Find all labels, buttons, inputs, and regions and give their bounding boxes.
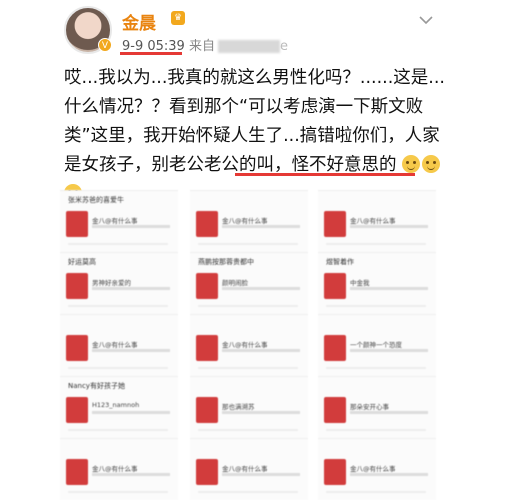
comment-card-thumbnail bbox=[66, 273, 88, 299]
comment-card: 金八@有什么事 bbox=[318, 190, 436, 252]
comment-card: 煜智着作中金我 bbox=[318, 252, 436, 314]
verified-badge-icon: V bbox=[98, 38, 112, 52]
comment-card-name: Nancy有好孩子她 bbox=[68, 382, 125, 390]
comment-card-name: 好运莫高 bbox=[68, 258, 96, 266]
comment-card-thumbnail bbox=[66, 211, 88, 237]
comment-card: 燕鹏按那蓉贵都中颜明闹脸 bbox=[190, 252, 308, 314]
comment-card-thumbnail bbox=[324, 273, 346, 299]
username[interactable]: 金晨 bbox=[122, 9, 156, 34]
comment-card-footer bbox=[198, 305, 298, 307]
comment-card-thumbnail bbox=[66, 335, 88, 361]
comment-card: 一个颜神一个恐度 bbox=[318, 314, 436, 376]
post-text: 哎...我以为...我真的就这么男性化吗？......这是...什么情况？？看到… bbox=[64, 68, 445, 175]
comment-card-title: 金八@有什么事 bbox=[350, 465, 396, 473]
comment-card-text-line bbox=[92, 349, 170, 352]
comment-card-title: 金八@有什么事 bbox=[92, 341, 138, 349]
comment-card-thumbnail bbox=[66, 459, 88, 485]
comment-card-text-line bbox=[92, 225, 170, 228]
comment-card-title: 金八@有什么事 bbox=[222, 217, 268, 225]
comment-card-footer bbox=[198, 429, 298, 431]
comment-card-footer bbox=[326, 305, 426, 307]
comment-card-footer bbox=[326, 491, 426, 493]
comment-card-footer bbox=[326, 429, 426, 431]
post-header: V 金晨 ♛ 9-9 05:39 来自 e bbox=[0, 0, 505, 60]
comment-card-text-line bbox=[222, 287, 300, 290]
comment-card-text-line bbox=[350, 287, 428, 290]
comment-card-title: 颜明闹脸 bbox=[222, 279, 248, 287]
comment-card-title: 金八@有什么事 bbox=[350, 217, 396, 225]
text-highlight-underline bbox=[235, 173, 415, 176]
comment-card-text-line bbox=[92, 473, 170, 476]
time-highlight-underline bbox=[120, 52, 182, 55]
comment-card-thumbnail bbox=[324, 459, 346, 485]
comment-card-title: 金八@有什么事 bbox=[92, 465, 138, 473]
comment-card-thumbnail bbox=[196, 211, 218, 237]
comment-card-title: H123_namnoh bbox=[92, 401, 140, 409]
comment-card: 张米苏爸的喜爱牛金八@有什么事 bbox=[60, 190, 178, 252]
comment-card-title: 那朵安开心事 bbox=[350, 403, 389, 411]
comment-card: 金八@有什么事 bbox=[190, 438, 308, 500]
comment-screenshot-grid: 张米苏爸的喜爱牛 金八@有什么事 金八@有什么事 金八@有什么事 好运莫高 男神好亲爱的燕… bbox=[60, 190, 455, 500]
comment-card-title: 金八@有什么事 bbox=[222, 465, 268, 473]
comment-card: 金八@有什么事 bbox=[190, 190, 308, 252]
comment-card-footer bbox=[68, 491, 168, 493]
comment-card: 金八@有什么事 bbox=[190, 314, 308, 376]
comment-card-footer bbox=[198, 491, 298, 493]
comment-card-title: 金八@有什么事 bbox=[92, 217, 138, 225]
comment-card: 金八@有什么事 bbox=[60, 438, 178, 500]
comment-card-text-line bbox=[350, 473, 428, 476]
comment-card-text-line bbox=[222, 473, 300, 476]
comment-card-title: 金八@有什么事 bbox=[222, 341, 268, 349]
comment-card-text-line bbox=[350, 349, 428, 352]
comment-card-thumbnail bbox=[196, 459, 218, 485]
comment-card-text-line bbox=[222, 225, 300, 228]
comment-card: Nancy有好孩子她 H123_namnoh bbox=[60, 376, 178, 438]
comment-card-text-line bbox=[222, 411, 300, 414]
comment-card-name: 煜智着作 bbox=[326, 258, 354, 266]
blurred-source bbox=[218, 40, 280, 53]
comment-card: 金八@有什么事 bbox=[60, 314, 178, 376]
comment-card-text-line bbox=[92, 411, 170, 414]
comment-card-thumbnail bbox=[324, 397, 346, 423]
comment-card-footer bbox=[326, 367, 426, 369]
comment-card: 好运莫高男神好亲爱的 bbox=[60, 252, 178, 314]
comment-card-thumbnail bbox=[66, 397, 88, 423]
comment-card-text-line bbox=[222, 349, 300, 352]
comment-card-thumbnail bbox=[196, 397, 218, 423]
comment-card-thumbnail bbox=[324, 335, 346, 361]
smile-emoji-icon bbox=[402, 155, 421, 173]
chevron-down-icon[interactable] bbox=[418, 12, 434, 28]
comment-card: 那朵安开心事 bbox=[318, 376, 436, 438]
comment-card-footer bbox=[68, 367, 168, 369]
vip-crown-icon: ♛ bbox=[171, 11, 185, 25]
comment-card-footer bbox=[68, 429, 168, 431]
comment-card-footer bbox=[198, 243, 298, 245]
post-source-suffix: e bbox=[280, 39, 288, 54]
comment-card-title: 一个颜神一个恐度 bbox=[350, 341, 402, 349]
comment-card-name: 张米苏爸的喜爱牛 bbox=[68, 196, 124, 204]
comment-card-footer bbox=[68, 243, 168, 245]
comment-card-title: 中金我 bbox=[350, 279, 370, 287]
comment-card-footer bbox=[326, 243, 426, 245]
comment-card-text-line bbox=[350, 225, 428, 228]
comment-card-footer bbox=[198, 367, 298, 369]
comment-card: 那也满溯苏 bbox=[190, 376, 308, 438]
comment-card-text-line bbox=[92, 287, 170, 290]
post-body: 哎...我以为...我真的就这么男性化吗？......这是...什么情况？？看到… bbox=[64, 64, 456, 209]
smile-emoji-icon bbox=[422, 155, 441, 173]
comment-card-name: 燕鹏按那蓉贵都中 bbox=[198, 258, 254, 266]
comment-card-thumbnail bbox=[196, 335, 218, 361]
comment-card-title: 那也满溯苏 bbox=[222, 403, 255, 411]
comment-card-text-line bbox=[350, 411, 428, 414]
comment-card-footer bbox=[68, 305, 168, 307]
comment-card-thumbnail bbox=[324, 211, 346, 237]
comment-card-thumbnail bbox=[196, 273, 218, 299]
post-source-prefix: 来自 bbox=[188, 39, 215, 54]
comment-card-title: 男神好亲爱的 bbox=[92, 279, 131, 287]
comment-card: 金八@有什么事 bbox=[318, 438, 436, 500]
